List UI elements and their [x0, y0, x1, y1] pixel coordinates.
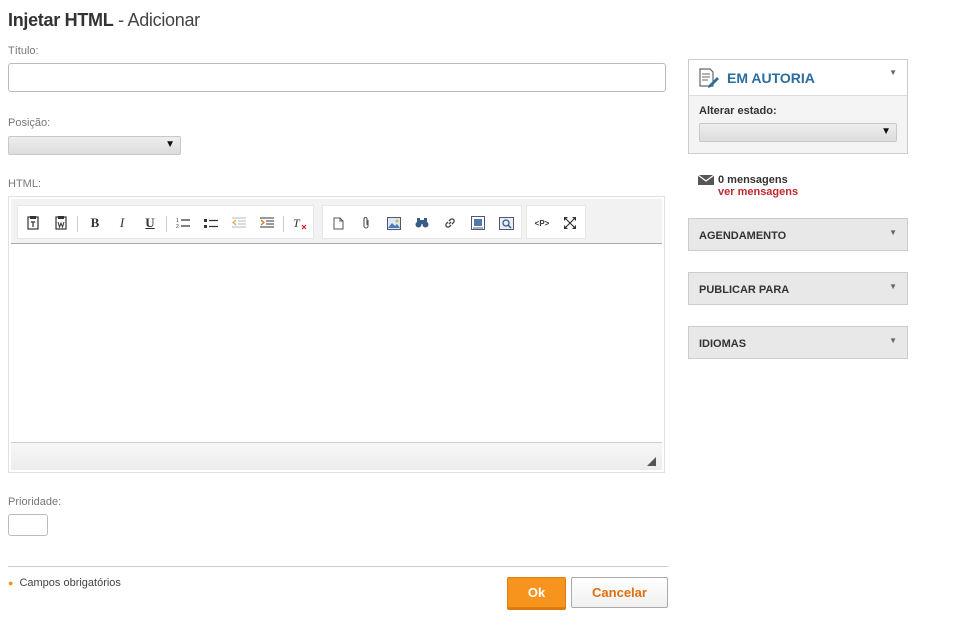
chevron-down-icon: ▼ — [889, 282, 897, 291]
ok-button[interactable]: Ok — [507, 577, 566, 608]
indent-icon[interactable] — [256, 213, 278, 233]
authorship-title: EM AUTORIA — [727, 70, 815, 86]
required-note-text: Campos obrigatórios — [19, 577, 121, 589]
toolbar-separator — [166, 216, 167, 232]
chevron-down-icon: ▼ — [165, 139, 175, 150]
source-icon[interactable]: <P> — [531, 213, 553, 233]
resize-handle-icon[interactable] — [647, 457, 656, 466]
chevron-down-icon: ▼ — [889, 68, 897, 77]
editor-toolbar: B I U 12 T <P> — [11, 199, 662, 244]
chevron-down-icon: ▼ — [889, 228, 897, 237]
cancel-button[interactable]: Cancelar — [571, 577, 668, 608]
paste-text-icon[interactable] — [22, 213, 44, 233]
underline-icon[interactable]: U — [139, 213, 161, 233]
image-icon[interactable] — [383, 213, 405, 233]
svg-text:T: T — [293, 216, 301, 230]
view-messages-link[interactable]: ver mensagens — [718, 186, 798, 198]
bullet-list-icon[interactable] — [200, 213, 222, 233]
toolbar-group-format: B I U 12 T — [17, 205, 314, 239]
new-page-icon[interactable] — [327, 213, 349, 233]
toolbar-group-tools: <P> — [526, 205, 586, 239]
maximize-icon[interactable] — [559, 213, 581, 233]
form-divider — [8, 566, 668, 567]
priority-label: Prioridade: — [8, 496, 62, 508]
position-select[interactable]: ▼ — [8, 136, 181, 155]
page-title-suffix: - Adicionar — [113, 10, 200, 30]
languages-title: IDIOMAS — [699, 338, 747, 350]
link-icon[interactable] — [439, 213, 461, 233]
find-icon[interactable] — [411, 213, 433, 233]
preview-icon[interactable] — [495, 213, 517, 233]
html-label: HTML: — [8, 178, 41, 190]
state-select[interactable]: ▼ — [699, 123, 897, 142]
messages-count: 0 mensagens — [718, 174, 788, 186]
paste-word-icon[interactable] — [50, 213, 72, 233]
italic-icon[interactable]: I — [111, 213, 133, 233]
priority-input[interactable] — [8, 514, 48, 536]
publish-to-panel[interactable]: PUBLICAR PARA ▼ — [688, 272, 908, 305]
scheduling-panel[interactable]: AGENDAMENTO ▼ — [688, 218, 908, 251]
title-label: Título: — [8, 45, 39, 57]
authorship-header[interactable]: EM AUTORIA ▼ — [689, 60, 907, 96]
numbered-list-icon[interactable]: 12 — [172, 213, 194, 233]
html-editor[interactable]: B I U 12 T <P> — [8, 196, 665, 473]
insert-media-icon[interactable] — [467, 213, 489, 233]
page-title: Injetar HTML - Adicionar — [8, 10, 200, 31]
required-note: ● Campos obrigatórios — [8, 577, 121, 589]
languages-panel[interactable]: IDIOMAS ▼ — [688, 326, 908, 359]
toolbar-group-insert — [322, 205, 522, 239]
scheduling-title: AGENDAMENTO — [699, 230, 787, 242]
toolbar-separator — [77, 216, 78, 232]
attach-icon[interactable] — [355, 213, 377, 233]
publish-to-title: PUBLICAR PARA — [699, 284, 790, 296]
chevron-down-icon: ▼ — [881, 126, 891, 137]
authorship-panel: EM AUTORIA ▼ Alterar estado: ▼ — [688, 59, 908, 154]
outdent-icon[interactable] — [228, 213, 250, 233]
svg-text:2: 2 — [176, 224, 179, 229]
change-state-label: Alterar estado: — [699, 105, 777, 117]
toolbar-separator — [283, 216, 284, 232]
title-input[interactable] — [8, 63, 666, 92]
position-label: Posição: — [8, 117, 51, 129]
page-title-bold: Injetar HTML — [8, 10, 114, 30]
bold-icon[interactable]: B — [84, 213, 106, 233]
document-edit-icon — [699, 68, 721, 93]
editor-statusbar — [11, 442, 662, 470]
envelope-icon — [697, 174, 715, 188]
chevron-down-icon: ▼ — [889, 336, 897, 345]
required-dot-icon: ● — [8, 578, 14, 588]
remove-format-icon[interactable]: T — [289, 213, 311, 233]
